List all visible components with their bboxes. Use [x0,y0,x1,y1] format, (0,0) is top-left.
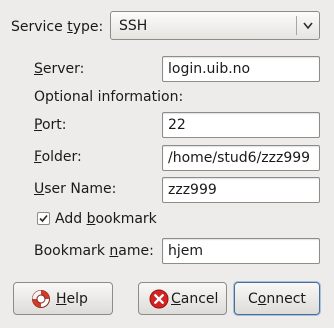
server-label: Server: [34,60,84,78]
help-label-text: elp [66,291,88,307]
add-bookmark-label-text: Add [55,211,87,227]
chevron-down-icon [303,22,313,30]
service-type-label-text-end: ype: [72,19,104,35]
user-name-input-value: zzz999 [168,182,217,198]
connect-button[interactable]: Connect [234,282,320,315]
cancel-button-label: Cancel [171,290,218,308]
server-label-text: erver: [42,61,85,77]
user-name-label: User Name: [34,180,116,198]
folder-label-mnemonic: F [34,149,42,165]
connect-label-text-end: nnect [266,291,306,307]
checkmark-icon [39,214,48,223]
server-input-value: login.uib.no [168,61,251,77]
connect-label-text: C [248,291,258,307]
add-bookmark-label[interactable]: Add bookmark [55,210,157,228]
folder-label: Folder: [34,148,82,166]
dropdown-separator [296,16,297,35]
bookmark-name-label-text-end: ame: [118,243,154,259]
bookmark-name-input-value: hjem [168,243,204,259]
user-name-label-mnemonic: U [34,181,45,197]
service-type-label-text: Service [11,19,68,35]
bookmark-name-input[interactable]: hjem [162,238,320,264]
help-button-label: Help [56,290,88,308]
service-type-value: SSH [119,18,148,34]
cancel-icon [149,289,169,309]
cancel-button[interactable]: Cancel [138,282,227,315]
folder-input[interactable]: /home/stud6/zzz999 [162,145,320,171]
port-label-text: ort: [41,117,67,133]
folder-input-value: /home/stud6/zzz999 [168,150,311,166]
folder-label-text: older: [41,149,82,165]
port-input[interactable]: 22 [162,112,320,138]
service-type-label: Service type: [11,18,103,36]
port-label: Port: [34,116,66,134]
cancel-mnemonic: C [171,291,181,307]
user-name-input[interactable]: zzz999 [162,177,320,203]
optional-information-heading: Optional information: [34,89,184,105]
server-label-mnemonic: S [34,61,43,77]
user-name-label-text: ser Name: [44,181,117,197]
bookmark-name-label-mnemonic: n [109,243,119,259]
bookmark-name-label-text: Bookmark [34,243,110,259]
cancel-label-text: ancel [180,291,219,307]
server-input[interactable]: login.uib.no [162,56,320,82]
help-button[interactable]: Help [13,282,113,315]
bookmark-name-label: Bookmark name: [34,242,154,260]
add-bookmark-checkbox[interactable] [37,212,50,225]
port-label-mnemonic: P [34,117,42,133]
port-input-value: 22 [168,117,186,133]
help-mnemonic: H [56,291,67,307]
add-bookmark-label-text-end: ookmark [95,211,157,227]
connect-button-label: Connect [248,290,306,308]
service-type-dropdown[interactable]: SSH [110,11,320,40]
lifebuoy-icon [32,290,50,308]
